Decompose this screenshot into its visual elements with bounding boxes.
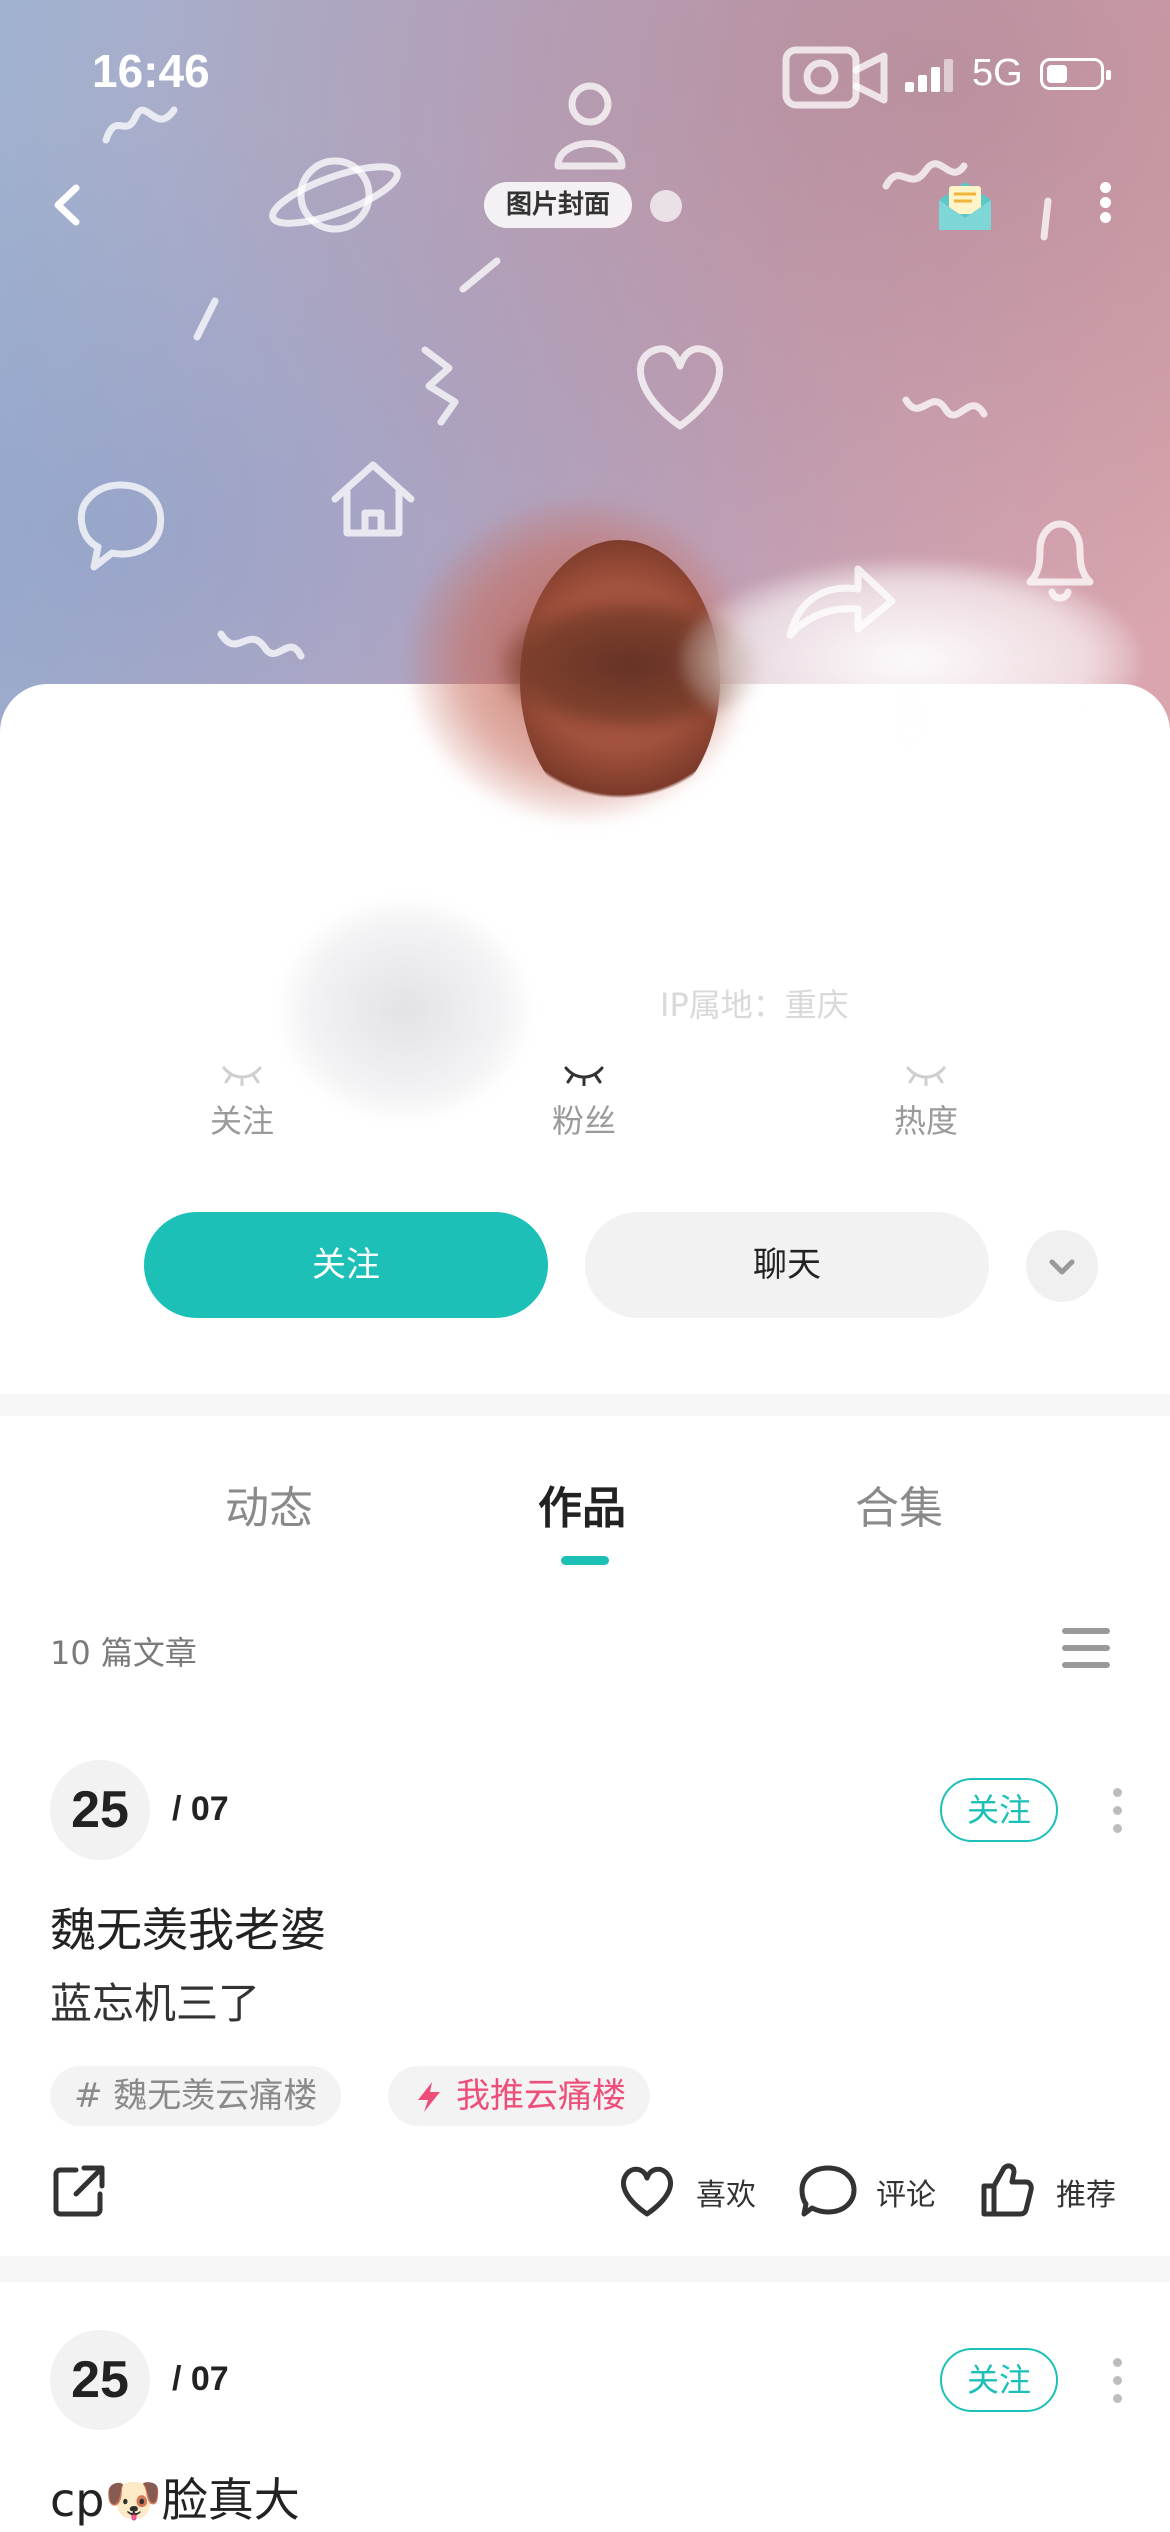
- like-label[interactable]: 喜欢: [696, 2170, 756, 2214]
- lightning-icon: [418, 2082, 440, 2112]
- post-more-button[interactable]: [1110, 1788, 1124, 1842]
- comment-icon[interactable]: [798, 2162, 858, 2220]
- closed-eye-icon: [564, 1066, 604, 1086]
- post-more-button[interactable]: [1110, 2358, 1124, 2412]
- comment-label[interactable]: 评论: [876, 2170, 936, 2214]
- more-button[interactable]: [1090, 178, 1120, 238]
- status-time: 16:46: [92, 45, 210, 97]
- share-icon[interactable]: [50, 2162, 108, 2220]
- blur-mask: [680, 560, 1140, 760]
- signal-icon: [905, 58, 955, 92]
- tab-dynamics[interactable]: 动态: [225, 1472, 313, 1536]
- dash-doodle: [193, 297, 219, 341]
- back-button[interactable]: [40, 170, 100, 240]
- chevron-down-icon: [1049, 1259, 1075, 1275]
- post-month: / 07: [172, 2360, 229, 2398]
- envelope-icon: [939, 182, 991, 230]
- squiggle-doodle: [421, 346, 459, 426]
- section-divider: [0, 1394, 1170, 1416]
- thumbs-up-icon[interactable]: [978, 2160, 1036, 2220]
- post-follow-button[interactable]: 关注: [940, 2348, 1058, 2412]
- post-separator: [0, 2256, 1170, 2282]
- chevron-left-icon: [54, 184, 80, 226]
- stat-popularity[interactable]: 热度: [826, 1060, 1026, 1142]
- expand-button[interactable]: [1026, 1230, 1098, 1302]
- article-count: 10 篇文章: [50, 1634, 197, 1672]
- post-day: 25: [50, 1760, 150, 1860]
- top-navbar: 图片封面: [0, 170, 1170, 240]
- stat-following[interactable]: 关注: [142, 1060, 342, 1142]
- post-body[interactable]: 蓝忘机三了: [50, 1970, 260, 2031]
- tab-collections[interactable]: 合集: [855, 1472, 943, 1536]
- heart-icon[interactable]: [616, 2162, 678, 2220]
- post-actions: 喜欢 评论 推荐: [0, 2156, 1170, 2226]
- battery-icon: [1040, 58, 1111, 90]
- profile-stats: 关注 粉丝 热度: [0, 1060, 1170, 1170]
- topic-tag[interactable]: # 魏无羡云痛楼: [50, 2066, 342, 2126]
- closed-eye-icon: [222, 1066, 262, 1086]
- hot-tag-label: 我推云痛楼: [456, 2076, 626, 2116]
- stat-followers[interactable]: 粉丝: [484, 1060, 684, 1142]
- stat-label: 热度: [893, 1102, 958, 1140]
- more-vertical-icon: [1110, 2358, 1124, 2403]
- ip-location: IP属地：重庆: [660, 986, 849, 1024]
- heart-doodle: [637, 345, 723, 430]
- list-icon: [1062, 1628, 1110, 1668]
- stat-label: 粉丝: [551, 1102, 616, 1140]
- squiggle-doodle: [217, 630, 305, 660]
- post-day: 25: [50, 2330, 150, 2430]
- post-follow-button[interactable]: 关注: [940, 1778, 1058, 1842]
- follow-button[interactable]: 关注: [144, 1212, 548, 1318]
- chat-button[interactable]: 聊天: [585, 1212, 989, 1318]
- recommend-label[interactable]: 推荐: [1056, 2170, 1116, 2214]
- closed-eye-icon: [906, 1066, 946, 1086]
- stat-label: 关注: [209, 1102, 274, 1140]
- post-month: / 07: [172, 1790, 229, 1828]
- more-vertical-icon: [1090, 182, 1120, 223]
- more-vertical-icon: [1110, 1788, 1124, 1833]
- tab-indicator: [561, 1556, 609, 1565]
- mail-button[interactable]: [935, 176, 995, 236]
- tab-works[interactable]: 作品: [538, 1472, 626, 1536]
- dash-doodle: [459, 257, 501, 293]
- chat-bubble-doodle: [77, 481, 165, 571]
- squiggle-doodle: [902, 396, 988, 419]
- cover-dot: [650, 190, 682, 222]
- home-doodle: [331, 461, 415, 537]
- post-title[interactable]: 魏无羡我老婆: [50, 1894, 326, 1960]
- status-bar: 16:46 5G: [0, 0, 1170, 150]
- list-view-button[interactable]: [1062, 1628, 1110, 1668]
- hot-tag[interactable]: 我推云痛楼: [388, 2066, 650, 2126]
- cover-chip[interactable]: 图片封面: [484, 182, 633, 228]
- network-type: 5G: [972, 52, 1023, 94]
- post-title[interactable]: cp🐶脸真大: [50, 2464, 300, 2530]
